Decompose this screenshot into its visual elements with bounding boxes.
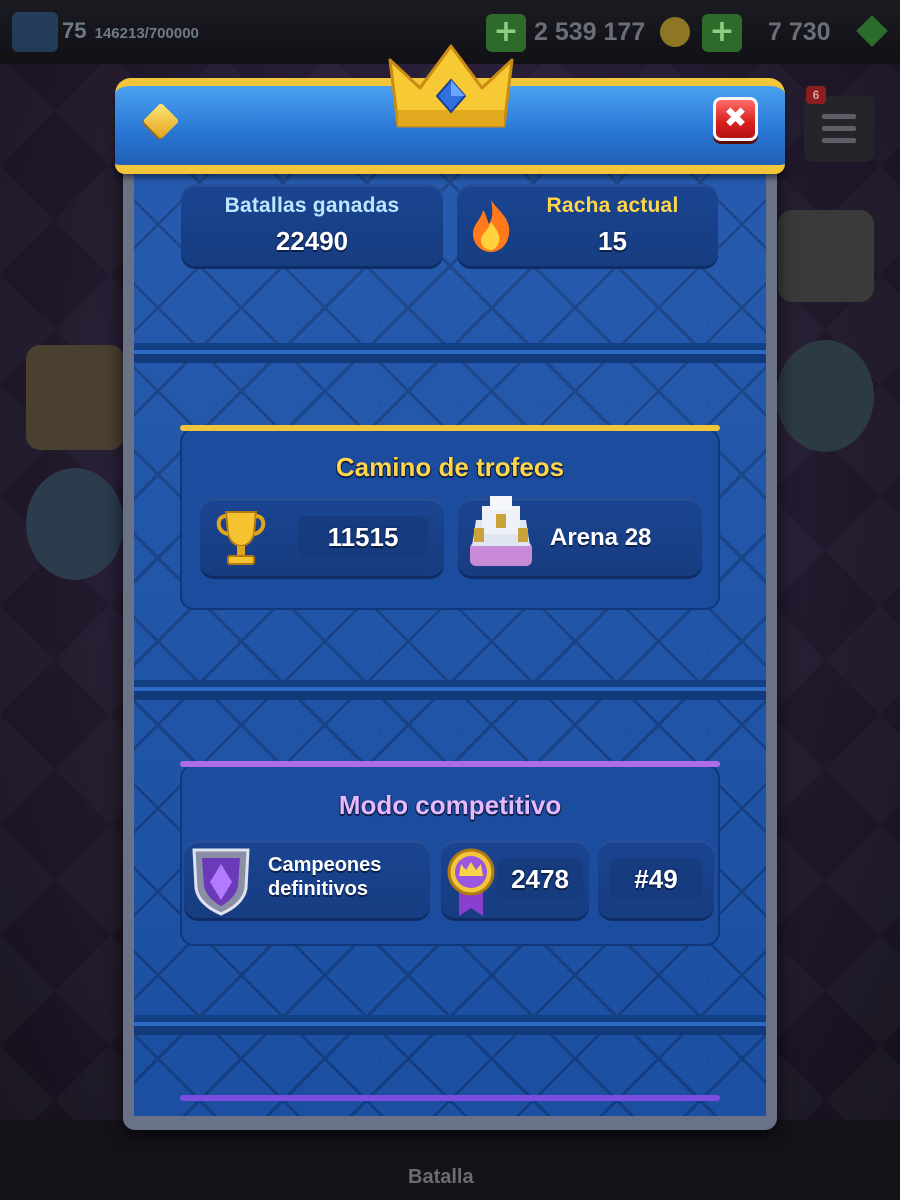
current-streak-card: Racha actual 15: [457, 184, 718, 266]
menu-line-icon: [822, 114, 856, 119]
add-gems-button[interactable]: +: [702, 14, 742, 52]
rating-card[interactable]: 2478: [441, 840, 589, 918]
menu-line-icon: [822, 138, 856, 143]
arena-icon: [466, 490, 536, 570]
current-streak-label: Racha actual: [546, 194, 679, 217]
level-number: 75: [62, 18, 87, 43]
right-clan-card[interactable]: [778, 210, 874, 302]
left-event-card[interactable]: [26, 345, 124, 450]
gem-icon: [856, 15, 888, 47]
crown-medal-icon: [445, 846, 497, 918]
rank-card[interactable]: #49: [598, 840, 714, 918]
battles-won-card: Batallas ganadas 22490: [181, 184, 443, 266]
xp-progress: 146213/700000: [94, 25, 199, 42]
menu-line-icon: [822, 126, 856, 131]
trophies-value: 11515: [327, 522, 399, 552]
league-name-line2: definitivos: [268, 878, 369, 900]
left-event-icon[interactable]: [26, 468, 124, 580]
gold-coin-icon: [660, 17, 690, 47]
competitive-title: Modo competitivo: [338, 790, 562, 820]
modal-body: [134, 160, 766, 1116]
section-divider: [134, 1015, 766, 1035]
rating-value: 2478: [511, 864, 569, 894]
arena-name: Arena 28: [550, 524, 652, 551]
trophy-road-title: Camino de trofeos: [335, 452, 565, 482]
arena-card[interactable]: Arena 28: [458, 496, 702, 576]
league-card[interactable]: Campeones definitivos: [184, 840, 430, 918]
close-button[interactable]: ✖: [713, 97, 758, 141]
menu-notification-badge: 6: [806, 86, 826, 104]
gold-amount: 2 539 177: [534, 18, 646, 46]
trophies-card[interactable]: 11515: [200, 498, 444, 576]
main-menu-button[interactable]: [804, 96, 874, 162]
crown-icon: [382, 40, 520, 136]
league-shield-icon: [188, 844, 254, 916]
battles-won-label: Batallas ganadas: [224, 194, 400, 217]
competitive-accent-line: [180, 761, 720, 767]
xp-readout: 75 146213/700000: [62, 18, 199, 44]
section-divider: [134, 343, 766, 363]
nav-battle-label[interactable]: Batalla: [408, 1166, 474, 1189]
current-streak-value: 15: [598, 226, 627, 256]
gem-amount: 7 730: [768, 18, 831, 46]
level-badge[interactable]: [12, 12, 58, 52]
next-section-accent-line: [180, 1095, 720, 1101]
section-divider: [134, 680, 766, 700]
trophy-road-accent-line: [180, 425, 720, 431]
rank-value: #49: [634, 864, 678, 894]
league-name-line1: Campeones: [268, 854, 382, 876]
battles-won-value: 22490: [275, 226, 349, 256]
right-pass-icon[interactable]: [776, 340, 874, 452]
trophy-icon: [212, 508, 270, 568]
pattern-shade: [134, 160, 766, 1116]
